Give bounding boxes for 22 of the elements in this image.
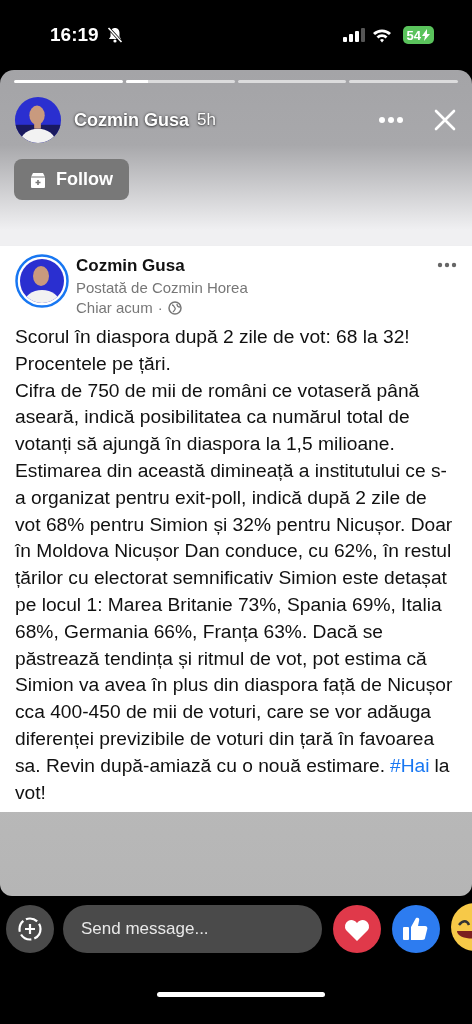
globe-icon [167, 300, 182, 315]
posted-by: Postată de Cozmin Horea [76, 279, 248, 296]
separator-dot: · [157, 299, 163, 316]
heart-reaction-icon[interactable] [333, 905, 381, 953]
more-icon[interactable] [437, 262, 457, 268]
post-text: Cifra de 750 de mii de români ce votaseră până aseară, indică posibilitatea ca numărul total de votanți să ajungă în diaspora la 1,5 milioane. Estimarea din această dimineață a institutului ce s-a organizat pentru exit-poll, indică după 2 zile de vot 68% pentru Simion și 32% pentru Nicușor. Doar în Moldova Nicușor Dan conduce, cu 62%, în restul țărilor cu electorat semnificativ Simion este detașat pe locul 1: Marea Britanie 73%, Spania 69%, Italia 68%, Germania 66%, Franța 63%. Dacă se păstrează tendința și ritmul de vot, pot estima că Simion va avea în plus din diaspora față de Nicușor cca 400-450 de mii de voturi, care se vor adăuga diferenței previzibile de voturi din țară în favoarea sa. Revin după-amiază cu o nouă estimare. #Hai la vot! [15, 378, 454, 805]
story-time: 5h [197, 110, 216, 130]
like-reaction-icon[interactable] [392, 905, 440, 953]
hashtag-link[interactable]: #Hai [390, 754, 430, 776]
battery-icon: 54 [402, 26, 434, 44]
post-text: Scorul în diaspora după 2 zile de vot: 68 la 32! [15, 325, 411, 349]
follow-button[interactable]: Follow [14, 159, 129, 200]
wifi-icon [371, 27, 392, 43]
post-time: Chiar acum [76, 299, 153, 316]
signal-icon [342, 28, 365, 42]
muted-bell-icon [105, 26, 124, 44]
add-icon[interactable] [6, 905, 54, 953]
status-time: 16:19 [50, 24, 99, 46]
message-field[interactable]: Send message... [63, 905, 322, 953]
author-name[interactable]: Cozmin Gusa [74, 109, 189, 131]
post-text: Procentele pe țări. [15, 351, 172, 376]
post-author[interactable]: Cozmin Gusa [76, 256, 248, 276]
